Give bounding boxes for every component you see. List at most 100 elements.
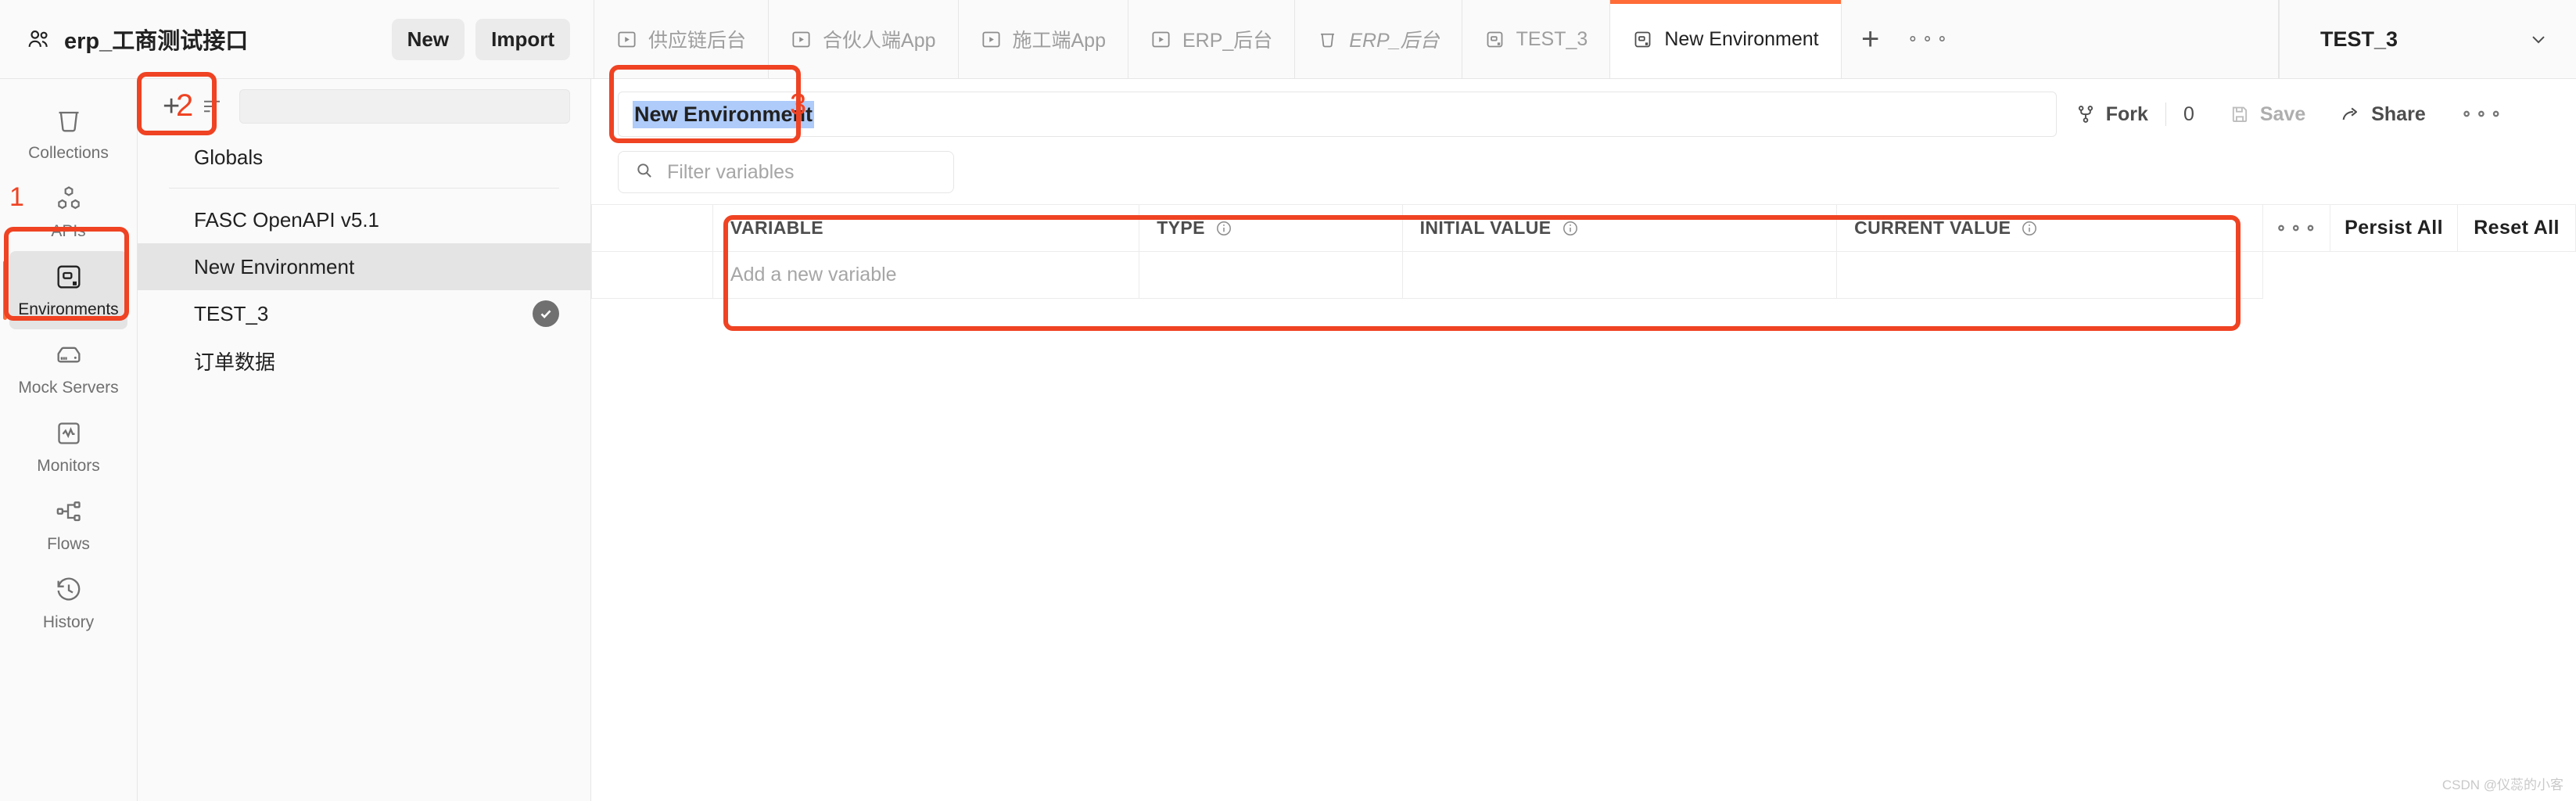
active-environment-check-icon[interactable] bbox=[533, 300, 559, 327]
environment-name-row: New Environment Fork 0 Save Share ⚬⚬⚬ bbox=[591, 79, 2576, 145]
row-spacer-dots bbox=[2263, 252, 2330, 299]
history-icon bbox=[53, 574, 84, 605]
tab-test-3[interactable]: TEST_3 bbox=[1462, 0, 1611, 78]
collections-icon bbox=[53, 105, 84, 136]
create-environment-button[interactable]: + bbox=[158, 92, 185, 121]
sidebar-item-label: Mock Servers bbox=[18, 379, 119, 397]
sort-icon[interactable] bbox=[200, 95, 224, 118]
tab-label: TEST_3 bbox=[1516, 27, 1588, 50]
tab-erp-houtai-collection[interactable]: ERP_后台 bbox=[1295, 0, 1462, 78]
env-list-item-dingdan[interactable]: 订单数据 bbox=[138, 337, 590, 384]
environment-icon bbox=[1484, 29, 1505, 50]
tab-label: ERP_后台 bbox=[1182, 30, 1273, 52]
tab-label: 合伙人端App bbox=[823, 30, 936, 52]
environment-name-input[interactable]: New Environment bbox=[618, 92, 2057, 137]
tab-gongyinglian[interactable]: 供应链后台 bbox=[594, 0, 770, 78]
request-icon bbox=[616, 29, 637, 50]
people-icon bbox=[25, 26, 52, 52]
sidebar-item-history[interactable]: History bbox=[0, 564, 137, 642]
new-variable-type-cell[interactable] bbox=[1139, 251, 1403, 299]
fork-count: 0 bbox=[2183, 102, 2194, 125]
tab-shigongduan-app[interactable]: 施工端App bbox=[958, 0, 1128, 78]
new-tab-button[interactable]: + bbox=[1841, 0, 1900, 78]
filter-variables-input[interactable]: Filter variables bbox=[618, 151, 954, 193]
column-label: TYPE bbox=[1157, 217, 1205, 238]
tab-new-environment[interactable]: New Environment bbox=[1610, 0, 1842, 78]
table-row-new-variable[interactable]: Add a new variable bbox=[591, 251, 2576, 299]
new-variable-initial-cell[interactable] bbox=[1401, 251, 1838, 299]
column-header-variable[interactable]: VARIABLE bbox=[712, 204, 1140, 252]
env-item-label: FASC OpenAPI v5.1 bbox=[194, 207, 380, 232]
import-button[interactable]: Import bbox=[475, 18, 570, 60]
mock-servers-icon bbox=[53, 339, 84, 371]
tab-hehuoren-app[interactable]: 合伙人端App bbox=[769, 0, 959, 78]
env-list-item-test-3[interactable]: TEST_3 bbox=[138, 290, 590, 337]
env-item-label: New Environment bbox=[194, 254, 355, 278]
sidebar-item-collections[interactable]: Collections bbox=[0, 95, 137, 173]
environment-selector[interactable]: TEST_3 bbox=[2279, 0, 2576, 78]
apis-icon bbox=[53, 183, 84, 214]
fork-button[interactable]: Fork bbox=[2058, 103, 2165, 126]
flows-icon bbox=[53, 496, 84, 527]
tab-erp-houtai[interactable]: ERP_后台 bbox=[1128, 0, 1296, 78]
workspace-title: erp_工商测试接口 bbox=[64, 29, 249, 54]
editor-toolbar: Fork 0 Save Share ⚬⚬⚬ bbox=[2058, 102, 2549, 126]
environment-icon bbox=[1632, 29, 1653, 50]
new-variable-input[interactable]: Add a new variable bbox=[712, 251, 1140, 299]
new-button[interactable]: New bbox=[391, 18, 465, 60]
new-variable-current-cell[interactable] bbox=[1836, 251, 2264, 299]
persist-all-button[interactable]: Persist All bbox=[2330, 204, 2459, 252]
env-item-label: TEST_3 bbox=[194, 301, 269, 325]
info-icon[interactable] bbox=[2020, 219, 2039, 238]
sidebar-item-label: APIs bbox=[51, 222, 86, 240]
watermark: CSDN @仪蕊的小客 bbox=[2441, 778, 2563, 792]
sidebar-item-monitors[interactable]: Monitors bbox=[0, 408, 137, 486]
environments-search-input[interactable] bbox=[239, 89, 570, 124]
collection-icon bbox=[1317, 29, 1338, 50]
tab-bar: 供应链后台 合伙人端App 施工端App ERP_后台 ERP_后台 TEST_… bbox=[594, 0, 2279, 78]
reset-all-button[interactable]: Reset All bbox=[2457, 204, 2576, 252]
plus-icon: + bbox=[1860, 21, 1880, 56]
column-label: VARIABLE bbox=[730, 217, 823, 238]
share-button[interactable]: Share bbox=[2323, 103, 2442, 126]
tab-bar-more-button[interactable]: ⚬⚬⚬ bbox=[1899, 0, 1957, 78]
table-header-row: VARIABLE TYPE INITIAL VALUE CURRENT VALU… bbox=[591, 204, 2576, 252]
info-icon[interactable] bbox=[1561, 219, 1580, 238]
column-header-current-value[interactable]: CURRENT VALUE bbox=[1836, 204, 2264, 252]
share-icon bbox=[2340, 103, 2362, 125]
ellipsis-icon: ⚬⚬⚬ bbox=[1906, 31, 1950, 48]
select-all-cell[interactable] bbox=[591, 204, 713, 252]
row-checkbox-cell[interactable] bbox=[591, 251, 713, 299]
main-area: Collections APIs Environments Mock Serve… bbox=[0, 79, 2576, 801]
env-list-item-new-environment[interactable]: New Environment bbox=[138, 243, 590, 290]
row-spacer-persist bbox=[2330, 252, 2458, 299]
env-list-item-fasc[interactable]: FASC OpenAPI v5.1 bbox=[138, 196, 590, 243]
sidebar-item-apis[interactable]: APIs bbox=[0, 173, 137, 251]
sidebar-item-flows[interactable]: Flows bbox=[0, 486, 137, 564]
environment-selector-value: TEST_3 bbox=[2320, 27, 2398, 51]
tab-label: 施工端App bbox=[1012, 30, 1106, 52]
share-label: Share bbox=[2371, 102, 2426, 125]
editor-more-button[interactable]: ⚬⚬⚬ bbox=[2443, 105, 2521, 124]
env-item-label: 订单数据 bbox=[194, 350, 276, 374]
divider bbox=[169, 188, 559, 189]
column-header-type[interactable]: TYPE bbox=[1139, 204, 1403, 252]
sidebar-item-label: Environments bbox=[18, 300, 119, 318]
sidebar-item-environments[interactable]: Environments bbox=[3, 251, 127, 329]
ellipsis-icon: ⚬⚬⚬ bbox=[2459, 106, 2504, 124]
env-list-item-globals[interactable]: Globals bbox=[138, 134, 590, 181]
sidebar-rail: Collections APIs Environments Mock Serve… bbox=[0, 79, 138, 801]
sidebar-item-mock-servers[interactable]: Mock Servers bbox=[0, 329, 137, 408]
sidebar-item-label: History bbox=[42, 613, 95, 631]
environment-editor: New Environment Fork 0 Save Share ⚬⚬⚬ Fi… bbox=[591, 79, 2576, 801]
info-icon[interactable] bbox=[1214, 219, 1233, 238]
fork-icon bbox=[2075, 103, 2097, 125]
save-icon bbox=[2229, 103, 2251, 125]
save-button[interactable]: Save bbox=[2212, 103, 2323, 126]
row-spacer-reset bbox=[2458, 252, 2576, 299]
table-more-button[interactable]: ⚬⚬⚬ bbox=[2262, 204, 2331, 252]
environments-icon bbox=[53, 261, 84, 293]
column-header-initial-value[interactable]: INITIAL VALUE bbox=[1401, 204, 1838, 252]
tab-bar-filler bbox=[1957, 0, 2279, 78]
save-label: Save bbox=[2259, 102, 2306, 125]
